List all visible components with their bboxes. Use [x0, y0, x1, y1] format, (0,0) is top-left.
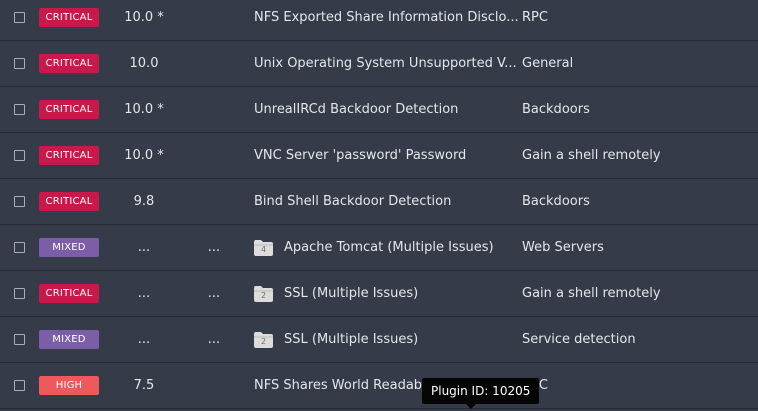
severity-badge: CRITICAL — [39, 8, 99, 27]
vulnerability-family: Service detection — [522, 332, 636, 347]
vpr-score — [200, 133, 228, 178]
severity-badge: CRITICAL — [39, 54, 99, 73]
row-checkbox[interactable] — [14, 104, 25, 115]
severity-badge: HIGH — [39, 376, 99, 395]
row-checkbox[interactable] — [14, 12, 25, 23]
row-checkbox-cell — [14, 179, 26, 224]
severity-cell: CRITICAL — [39, 0, 99, 40]
severity-badge: CRITICAL — [39, 192, 99, 211]
vulnerability-group-name[interactable]: 2 SSL (Multiple Issues) — [254, 271, 418, 316]
row-checkbox[interactable] — [14, 334, 25, 345]
vpr-score — [200, 41, 228, 86]
vulnerability-family: Gain a shell remotely — [522, 148, 661, 163]
severity-badge: MIXED — [39, 330, 99, 349]
cvss-score: ... — [137, 332, 151, 347]
vpr-score: ... — [207, 240, 221, 255]
row-checkbox[interactable] — [14, 196, 25, 207]
row-checkbox-cell — [14, 271, 26, 316]
folder-count: 4 — [260, 244, 267, 254]
vulnerability-group-name[interactable]: 2 SSL (Multiple Issues) — [254, 317, 418, 362]
severity-cell: CRITICAL — [39, 271, 99, 316]
severity-cell: CRITICAL — [39, 179, 99, 224]
table-row[interactable]: CRITICAL 10.0 Unix Operating System Unsu… — [0, 41, 758, 87]
vulnerability-name[interactable]: VNC Server 'password' Password — [254, 133, 466, 178]
table-row[interactable]: CRITICAL 10.0 * VNC Server 'password' Pa… — [0, 133, 758, 179]
vulnerability-family: Web Servers — [522, 240, 604, 255]
vulnerability-name: SSL (Multiple Issues) — [284, 332, 419, 347]
severity-cell: CRITICAL — [39, 87, 99, 132]
vulnerability-family: Backdoors — [522, 194, 590, 209]
vpr-score — [200, 87, 228, 132]
vpr-score — [200, 0, 228, 40]
table-row[interactable]: CRITICAL 9.8 Bind Shell Backdoor Detecti… — [0, 179, 758, 225]
row-checkbox-cell — [14, 317, 26, 362]
table-row[interactable]: MIXED ... ... 4 Apache Tomcat (Multiple … — [0, 225, 758, 271]
row-checkbox[interactable] — [14, 380, 25, 391]
vulnerabilities-table: CRITICAL 10.0 * NFS Exported Share Infor… — [0, 0, 758, 411]
row-checkbox-cell — [14, 87, 26, 132]
cvss-score: 10.0 — [129, 56, 159, 71]
vpr-score: ... — [207, 286, 221, 301]
folder-icon: 2 — [254, 331, 273, 348]
vulnerability-family: Gain a shell remotely — [522, 286, 661, 301]
vulnerability-name[interactable]: UnrealIRCd Backdoor Detection — [254, 87, 458, 132]
table-row[interactable]: HIGH 7.5 NFS Shares World Readable RPC — [0, 363, 758, 409]
tooltip-arrow — [466, 404, 476, 409]
severity-cell: MIXED — [39, 225, 99, 270]
vulnerability-name[interactable]: NFS Shares World Readable — [254, 363, 434, 408]
row-checkbox[interactable] — [14, 242, 25, 253]
row-checkbox[interactable] — [14, 288, 25, 299]
cvss-score: 7.5 — [133, 378, 155, 393]
vulnerability-name[interactable]: Bind Shell Backdoor Detection — [254, 179, 451, 224]
severity-cell: HIGH — [39, 363, 99, 408]
cvss-score: 10.0 * — [124, 10, 164, 25]
vpr-score — [200, 363, 228, 408]
vpr-score: ... — [207, 332, 221, 347]
table-row[interactable]: MIXED ... ... 2 SSL (Multiple Issues) Se… — [0, 317, 758, 363]
vulnerability-name: SSL (Multiple Issues) — [284, 286, 419, 301]
severity-cell: CRITICAL — [39, 133, 99, 178]
vpr-score — [200, 179, 228, 224]
cvss-score: ... — [137, 240, 151, 255]
vulnerability-group-name[interactable]: 4 Apache Tomcat (Multiple Issues) — [254, 225, 494, 270]
vulnerability-name[interactable]: Unix Operating System Unsupported V... — [254, 41, 517, 86]
table-row[interactable]: CRITICAL ... ... 2 SSL (Multiple Issues)… — [0, 271, 758, 317]
row-checkbox-cell — [14, 363, 26, 408]
severity-badge: CRITICAL — [39, 146, 99, 165]
cvss-score: ... — [137, 286, 151, 301]
severity-cell: MIXED — [39, 317, 99, 362]
row-checkbox-cell — [14, 225, 26, 270]
row-checkbox-cell — [14, 41, 26, 86]
row-checkbox-cell — [14, 0, 26, 40]
table-row[interactable]: CRITICAL 10.0 * UnrealIRCd Backdoor Dete… — [0, 87, 758, 133]
severity-cell: CRITICAL — [39, 41, 99, 86]
folder-icon: 4 — [254, 239, 273, 256]
severity-badge: MIXED — [39, 238, 99, 257]
table-row[interactable]: CRITICAL 10.0 * NFS Exported Share Infor… — [0, 0, 758, 41]
vulnerability-family: General — [522, 56, 574, 71]
severity-badge: CRITICAL — [39, 100, 99, 119]
cvss-score: 10.0 * — [124, 102, 164, 117]
plugin-id-tooltip: Plugin ID: 10205 — [422, 378, 540, 404]
cvss-score: 10.0 * — [124, 148, 164, 163]
row-checkbox[interactable] — [14, 150, 25, 161]
vulnerability-family: Backdoors — [522, 102, 590, 117]
severity-badge: CRITICAL — [39, 284, 99, 303]
row-checkbox[interactable] — [14, 58, 25, 69]
folder-count: 2 — [260, 290, 267, 300]
folder-icon: 2 — [254, 285, 273, 302]
vulnerability-family: RPC — [522, 10, 548, 25]
vulnerability-name[interactable]: NFS Exported Share Information Disclo... — [254, 0, 519, 40]
row-checkbox-cell — [14, 133, 26, 178]
cvss-score: 9.8 — [133, 194, 155, 209]
folder-count: 2 — [260, 336, 267, 346]
vulnerability-name: Apache Tomcat (Multiple Issues) — [284, 240, 494, 255]
